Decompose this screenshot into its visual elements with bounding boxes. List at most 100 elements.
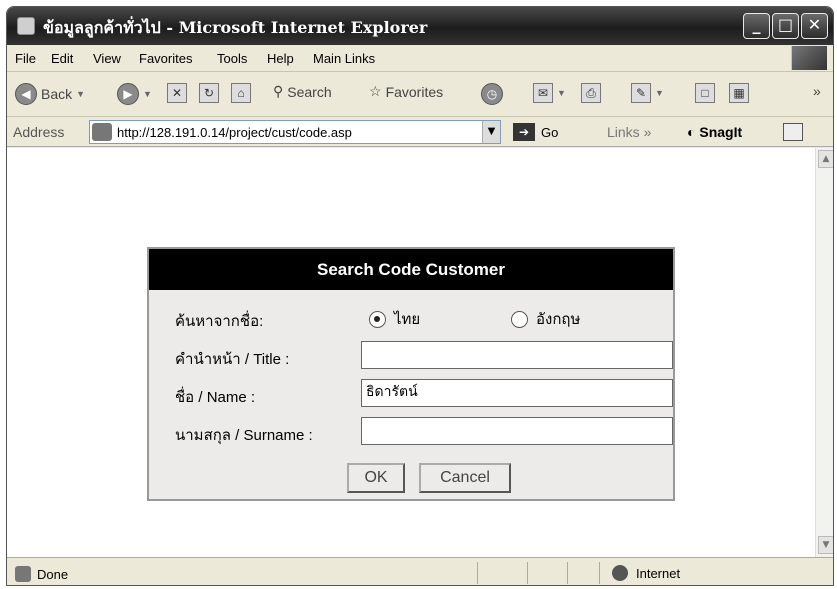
- chevron-down-icon: ▼: [557, 88, 566, 98]
- ie-page-icon: [92, 123, 112, 141]
- snagit-label: SnagIt: [699, 124, 743, 140]
- name-label: ชื่อ / Name :: [175, 389, 256, 406]
- menu-tools[interactable]: Tools: [217, 51, 247, 66]
- links-label: Links: [607, 124, 640, 140]
- title-input[interactable]: [361, 341, 673, 369]
- menu-favorites[interactable]: Favorites: [139, 51, 192, 66]
- ie-page-icon: [15, 566, 31, 582]
- page-content: Search Code Customer ค้นหาจากชื่อ: ไทย อ…: [7, 148, 815, 557]
- radio-thai-label: ไทย: [394, 310, 421, 328]
- zone-text: Internet: [636, 565, 681, 581]
- surname-label: นามสกุล / Surname :: [175, 427, 313, 444]
- title-bar[interactable]: ข้อมูลลูกค้าทั่วไป - Microsoft Internet …: [7, 7, 833, 45]
- forward-button[interactable]: ▶ ▼: [117, 83, 152, 105]
- go-label: Go: [541, 124, 559, 140]
- address-bar: Address http://128.191.0.14/project/cust…: [7, 117, 833, 147]
- ie-page-icon: [17, 17, 35, 35]
- status-bar: Done Internet: [7, 557, 833, 585]
- chevron-double-right-icon: »: [643, 124, 652, 140]
- go-button[interactable]: ➔ Go: [513, 123, 558, 141]
- maximize-button[interactable]: □: [772, 13, 799, 39]
- maximize-icon: □: [777, 15, 794, 34]
- windows-logo-icon: [791, 46, 827, 70]
- radio-english-label: อังกฤษ: [536, 310, 581, 328]
- go-arrow-icon: ➔: [513, 123, 535, 141]
- minimize-icon: _: [752, 15, 761, 34]
- edit-page-icon: ✎: [631, 83, 651, 103]
- refresh-icon: ↻: [199, 83, 219, 103]
- status-done: Done: [15, 566, 68, 582]
- title-label: คำนำหน้า / Title :: [175, 351, 290, 368]
- radio-selected-icon: [369, 310, 386, 328]
- ok-button[interactable]: OK: [347, 463, 405, 493]
- status-divider: [567, 562, 568, 584]
- snagit-icon: ◐: [687, 124, 700, 140]
- name-input[interactable]: ธิดารัตน์: [361, 379, 673, 407]
- menu-bar: File Edit View Favorites Tools Help Main…: [7, 45, 833, 72]
- menu-view[interactable]: View: [93, 51, 121, 66]
- close-button[interactable]: ✕: [801, 13, 828, 39]
- search-icon: ⚲: [273, 83, 284, 99]
- radio-thai[interactable]: ไทย: [369, 307, 420, 331]
- home-icon: ⌂: [231, 83, 251, 103]
- status-text: Done: [37, 566, 69, 582]
- print-button[interactable]: ⎙: [581, 83, 601, 103]
- search-button[interactable]: ⚲ Search: [273, 83, 332, 100]
- discuss-icon: □: [695, 83, 715, 103]
- home-button[interactable]: ⌂: [231, 83, 251, 103]
- favorites-label: Favorites: [385, 83, 444, 100]
- status-divider: [477, 562, 478, 584]
- menu-main-links[interactable]: Main Links: [313, 51, 375, 66]
- links-button[interactable]: Links »: [607, 124, 651, 140]
- forward-icon: ▶: [117, 83, 139, 105]
- mail-icon: ✉: [533, 83, 553, 103]
- status-divider: [527, 562, 528, 584]
- research-button[interactable]: ▦: [729, 83, 749, 103]
- toolbar-overflow-button[interactable]: »: [813, 83, 821, 99]
- favorites-button[interactable]: ☆ Favorites: [369, 83, 443, 100]
- chevron-down-icon: ▼: [143, 89, 152, 99]
- favorites-star-icon: ☆: [369, 83, 382, 99]
- search-label: Search: [287, 83, 332, 100]
- edit-icon[interactable]: [783, 123, 803, 141]
- back-label: Back: [41, 86, 73, 102]
- refresh-button[interactable]: ↻: [199, 83, 219, 103]
- discuss-button[interactable]: □: [695, 83, 715, 103]
- history-icon: ◷: [481, 83, 503, 105]
- search-dialog: Search Code Customer ค้นหาจากชื่อ: ไทย อ…: [147, 247, 675, 501]
- security-zone: Internet: [599, 562, 680, 584]
- stop-icon: ✕: [167, 83, 187, 103]
- scroll-up-icon[interactable]: ▲: [818, 150, 833, 168]
- address-label: Address: [13, 124, 65, 140]
- search-by-label: ค้นหาจากชื่อ:: [175, 313, 264, 330]
- menu-file[interactable]: File: [15, 51, 36, 66]
- browser-window: ข้อมูลลูกค้าทั่วไป - Microsoft Internet …: [6, 6, 834, 586]
- print-icon: ⎙: [581, 83, 601, 103]
- radio-unselected-icon: [511, 310, 528, 328]
- menu-edit[interactable]: Edit: [51, 51, 73, 66]
- address-dropdown-button[interactable]: ▼: [482, 121, 500, 143]
- minimize-button[interactable]: _: [743, 13, 770, 39]
- back-button[interactable]: ◀ Back ▼: [15, 83, 85, 105]
- vertical-scrollbar[interactable]: ▲ ▼: [815, 148, 833, 557]
- scroll-down-icon[interactable]: ▼: [818, 536, 833, 554]
- cancel-button[interactable]: Cancel: [419, 463, 511, 493]
- close-icon: ✕: [807, 15, 822, 34]
- menu-help[interactable]: Help: [267, 51, 294, 66]
- mail-button[interactable]: ✉ ▼: [533, 83, 566, 103]
- surname-input[interactable]: [361, 417, 673, 445]
- stop-button[interactable]: ✕: [167, 83, 187, 103]
- chevron-down-icon: ▼: [655, 88, 664, 98]
- research-icon: ▦: [729, 83, 749, 103]
- edit-button[interactable]: ✎ ▼: [631, 83, 664, 103]
- address-input[interactable]: http://128.191.0.14/project/cust/code.as…: [89, 120, 501, 144]
- back-icon: ◀: [15, 83, 37, 105]
- snagit-button[interactable]: ◐ SnagIt: [687, 124, 742, 140]
- chevron-double-right-icon: »: [813, 83, 821, 99]
- dialog-title: Search Code Customer: [149, 249, 673, 290]
- window-title: ข้อมูลลูกค้าทั่วไป - Microsoft Internet …: [43, 18, 428, 37]
- history-button[interactable]: ◷: [481, 83, 503, 105]
- radio-english[interactable]: อังกฤษ: [511, 307, 580, 331]
- toolbar: ◀ Back ▼ ▶ ▼ ✕ ↻ ⌂ ⚲ Search ☆ Favorites …: [7, 73, 833, 117]
- chevron-down-icon: ▼: [76, 89, 86, 99]
